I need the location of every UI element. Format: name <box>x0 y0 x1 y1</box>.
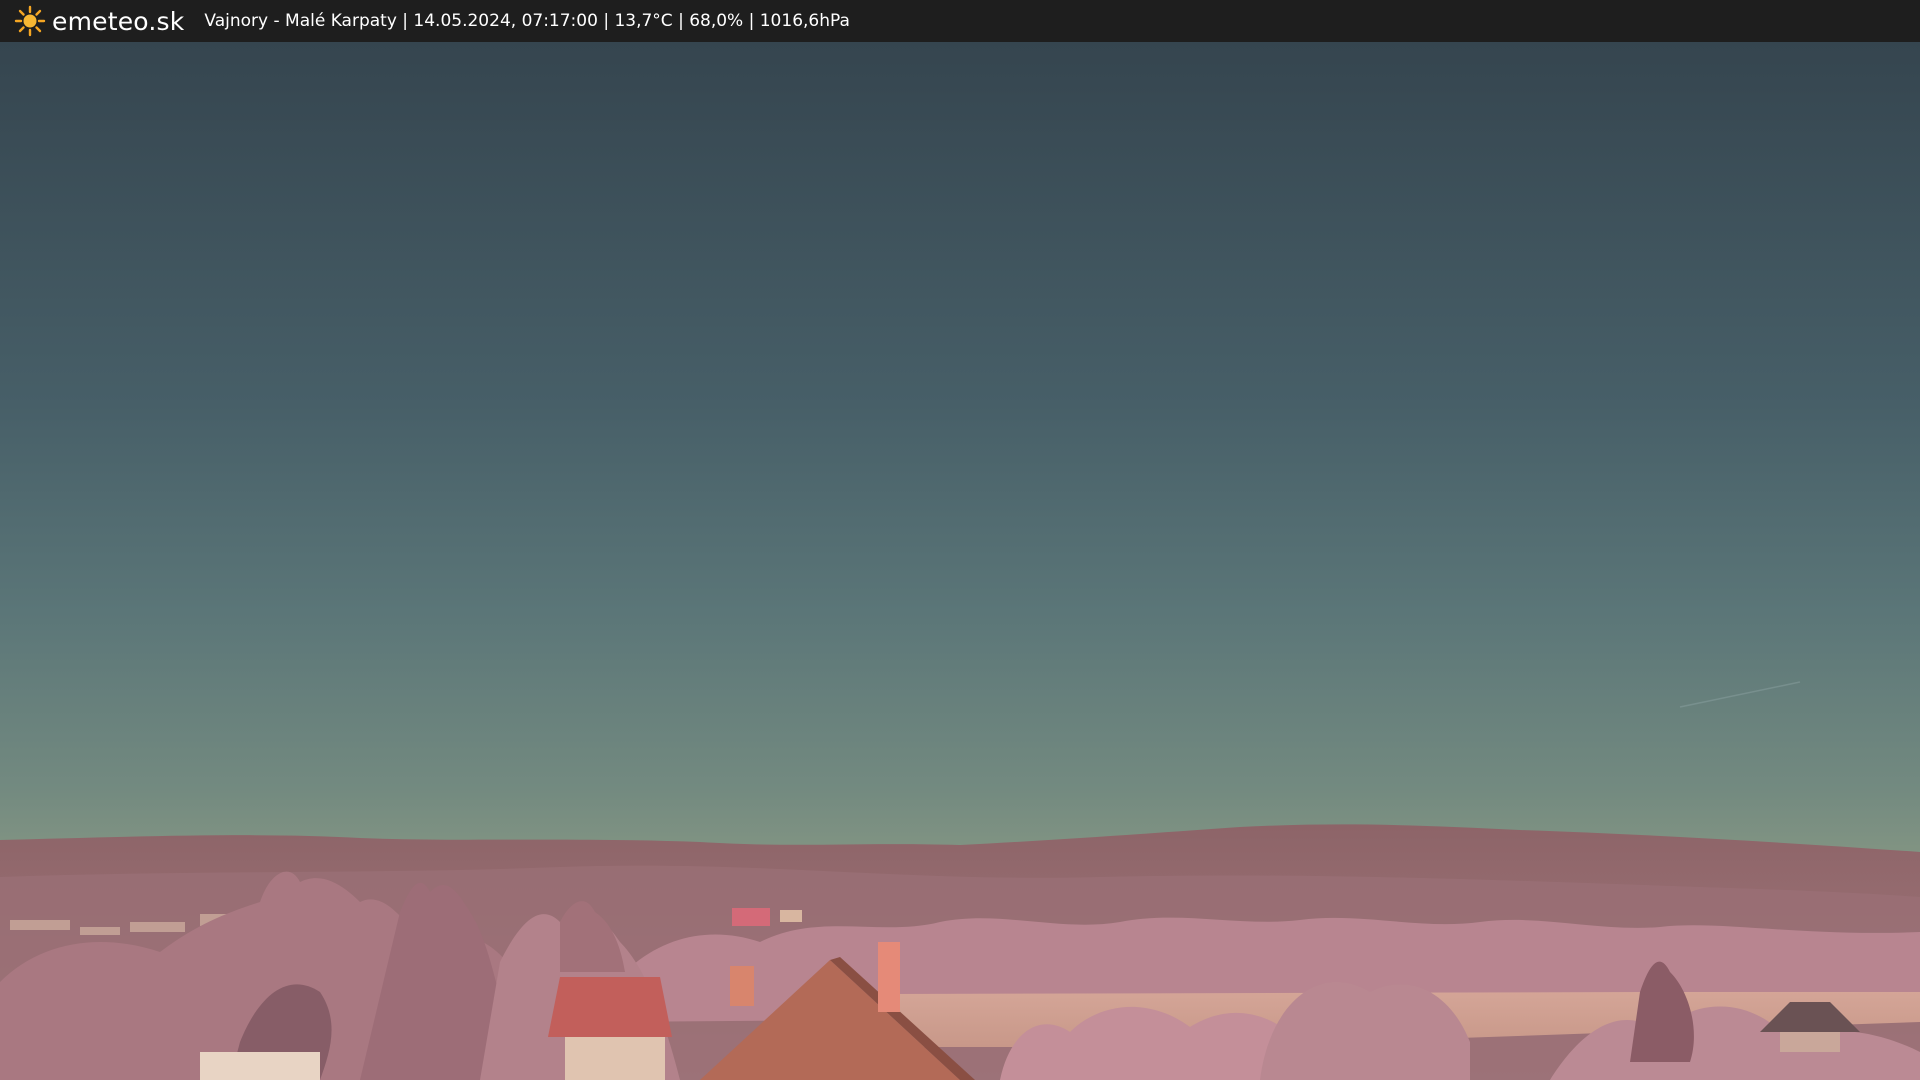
logo[interactable]: emeteo.sk <box>14 5 184 37</box>
red-building <box>732 908 770 926</box>
logo-text: emeteo.sk <box>52 6 185 36</box>
webcam-image <box>0 42 1920 1080</box>
weather-info: Vajnory - Malé Karpaty | 14.05.2024, 07:… <box>204 11 850 31</box>
title-bar: emeteo.sk Vajnory - Malé Karpaty | 14.05… <box>0 0 1920 42</box>
sun-icon <box>14 5 46 37</box>
